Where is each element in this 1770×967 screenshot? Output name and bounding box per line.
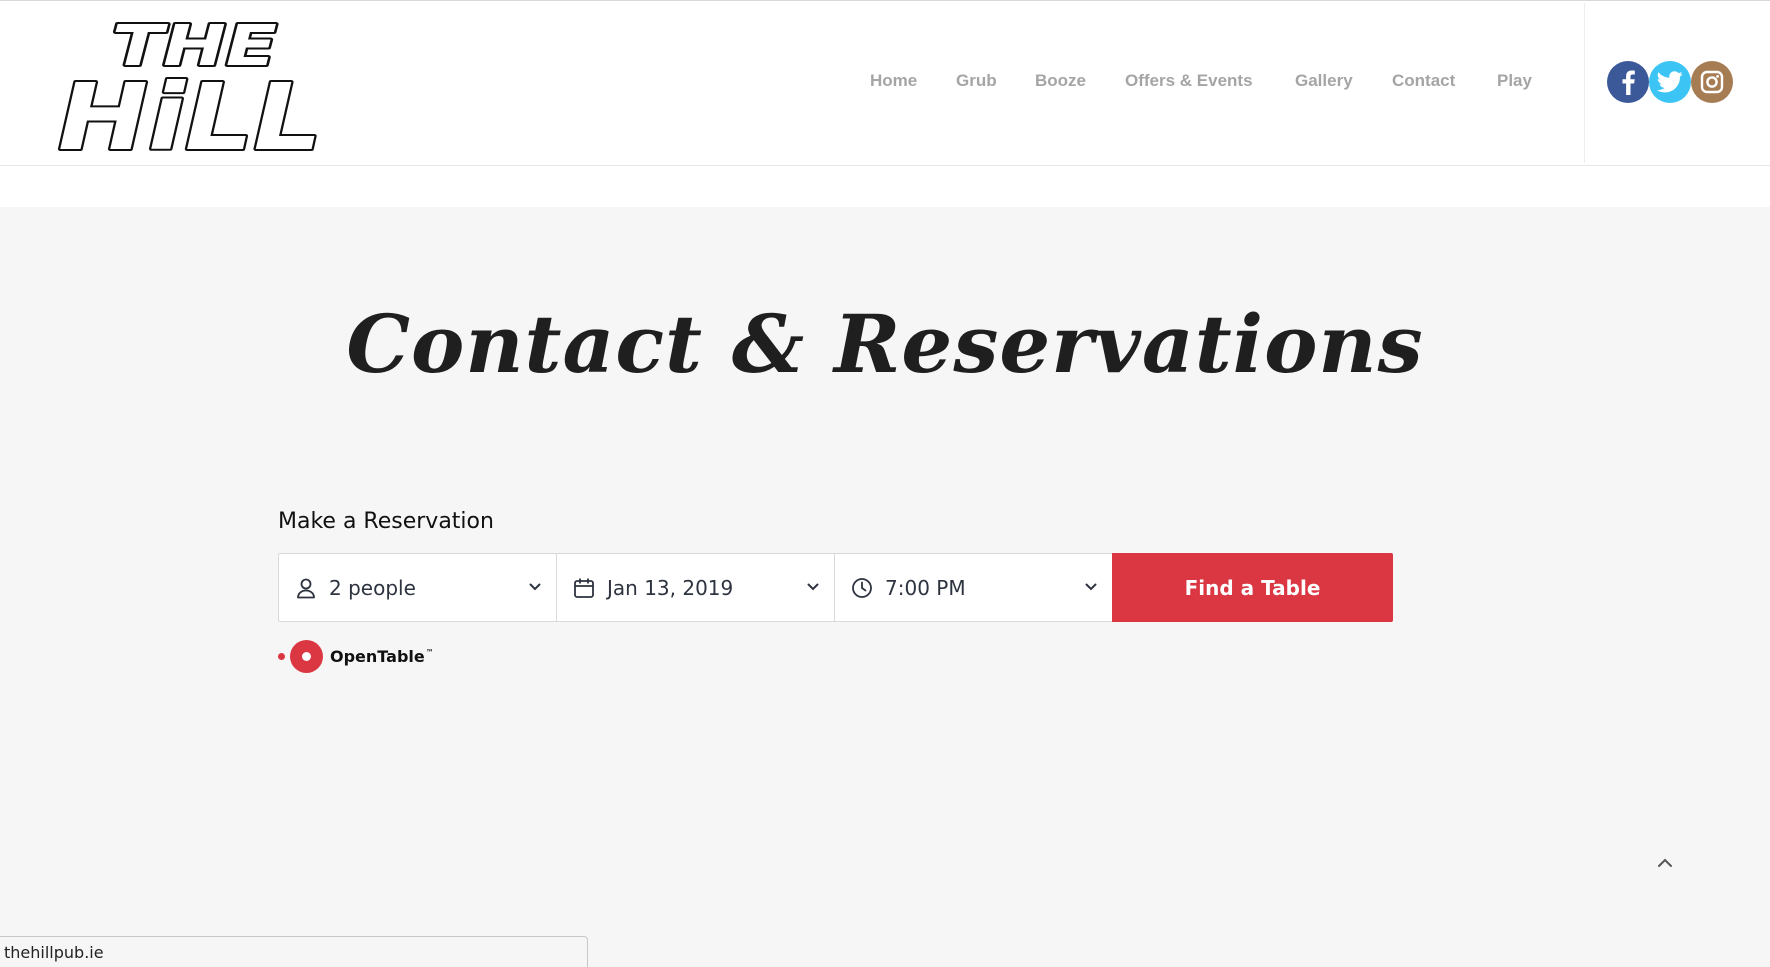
chevron-down-icon: [1085, 583, 1097, 591]
reservation-widget: 2 people Jan 13, 2019 7:00 PM Find a Tab…: [278, 553, 1393, 622]
time-value: 7:00 PM: [885, 575, 966, 600]
time-select[interactable]: 7:00 PM: [834, 553, 1112, 622]
main-nav: Home Grub Booze Offers & Events Gallery …: [0, 71, 1560, 97]
opentable-logo-icon: [290, 639, 323, 673]
date-value: Jan 13, 2019: [607, 575, 734, 600]
person-icon: [295, 576, 319, 600]
nav-booze[interactable]: Booze: [1035, 71, 1086, 91]
party-size-value: 2 people: [329, 575, 416, 600]
find-table-button[interactable]: Find a Table: [1112, 553, 1393, 622]
main-content: Contact & Reservations Make a Reservatio…: [0, 207, 1770, 967]
party-size-select[interactable]: 2 people: [278, 553, 556, 622]
header-spacer: [0, 167, 1770, 207]
nav-home[interactable]: Home: [870, 71, 917, 91]
clock-icon: [851, 576, 875, 600]
twitter-link[interactable]: [1649, 61, 1691, 103]
chevron-down-icon: [529, 583, 541, 591]
chevron-down-icon: [807, 583, 819, 591]
twitter-icon: [1657, 71, 1683, 93]
instagram-link[interactable]: [1691, 61, 1733, 103]
reservation-heading: Make a Reservation: [278, 509, 494, 534]
calendar-icon: [573, 576, 597, 600]
facebook-link[interactable]: [1607, 61, 1649, 103]
nav-grub[interactable]: Grub: [956, 71, 997, 91]
chevron-up-icon[interactable]: [1654, 855, 1676, 871]
page-title: Contact & Reservations: [346, 297, 1424, 391]
nav-gallery[interactable]: Gallery: [1295, 71, 1353, 91]
opentable-branding[interactable]: OpenTable™: [278, 639, 434, 673]
opentable-dot: [278, 652, 285, 660]
nav-offers-events[interactable]: Offers & Events: [1125, 71, 1253, 91]
opentable-wordmark: OpenTable™: [330, 646, 434, 666]
site-header: THE HiLL Home Grub Booze Offers & Events…: [0, 0, 1770, 166]
header-divider: [1584, 3, 1585, 163]
facebook-icon: [1622, 70, 1635, 95]
date-select[interactable]: Jan 13, 2019: [556, 553, 834, 622]
nav-play[interactable]: Play: [1497, 71, 1532, 91]
status-bar-url: thehillpub.ie: [0, 936, 588, 967]
instagram-icon: [1700, 70, 1724, 94]
nav-contact[interactable]: Contact: [1392, 71, 1455, 91]
